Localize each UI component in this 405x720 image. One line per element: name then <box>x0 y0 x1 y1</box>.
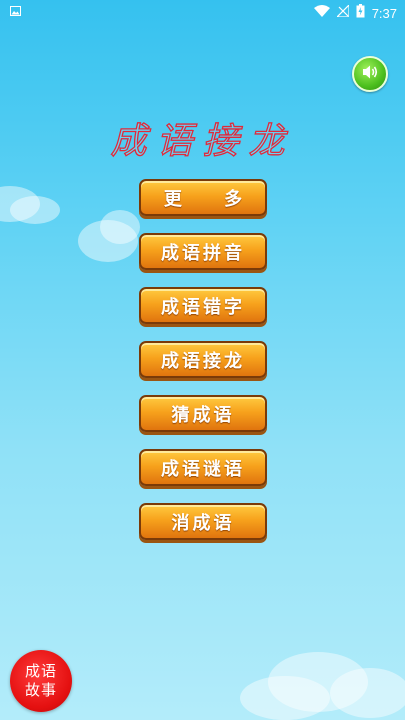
guess-idiom-button[interactable]: 猜成语 <box>139 395 267 432</box>
more-button[interactable]: 更 多 <box>139 179 267 216</box>
game-title: 成语接龙 <box>110 120 295 162</box>
idiom-story-button[interactable]: 成语 故事 <box>10 650 72 712</box>
idiom-pinyin-button[interactable]: 成语拼音 <box>139 233 267 270</box>
signal-icon <box>335 3 350 21</box>
main-menu: 更 多 成语拼音 成语错字 成语接龙 猜成语 成语谜语 消成语 <box>139 179 267 557</box>
idiom-riddle-button[interactable]: 成语谜语 <box>139 449 267 486</box>
wifi-icon <box>313 5 330 21</box>
sound-toggle-button[interactable] <box>352 56 388 92</box>
clock-time: 7:37 <box>371 5 397 21</box>
idiom-story-label-line1: 成语 <box>24 662 57 680</box>
status-bar: 7:37 <box>0 0 405 24</box>
idiom-chain-button[interactable]: 成语接龙 <box>139 341 267 378</box>
speaker-icon <box>361 64 379 84</box>
battery-charging-icon <box>356 4 365 22</box>
image-notification-icon <box>10 5 21 20</box>
eliminate-idiom-button[interactable]: 消成语 <box>139 503 267 540</box>
idiom-typo-button[interactable]: 成语错字 <box>139 287 267 324</box>
idiom-story-label-line2: 故事 <box>24 681 57 699</box>
